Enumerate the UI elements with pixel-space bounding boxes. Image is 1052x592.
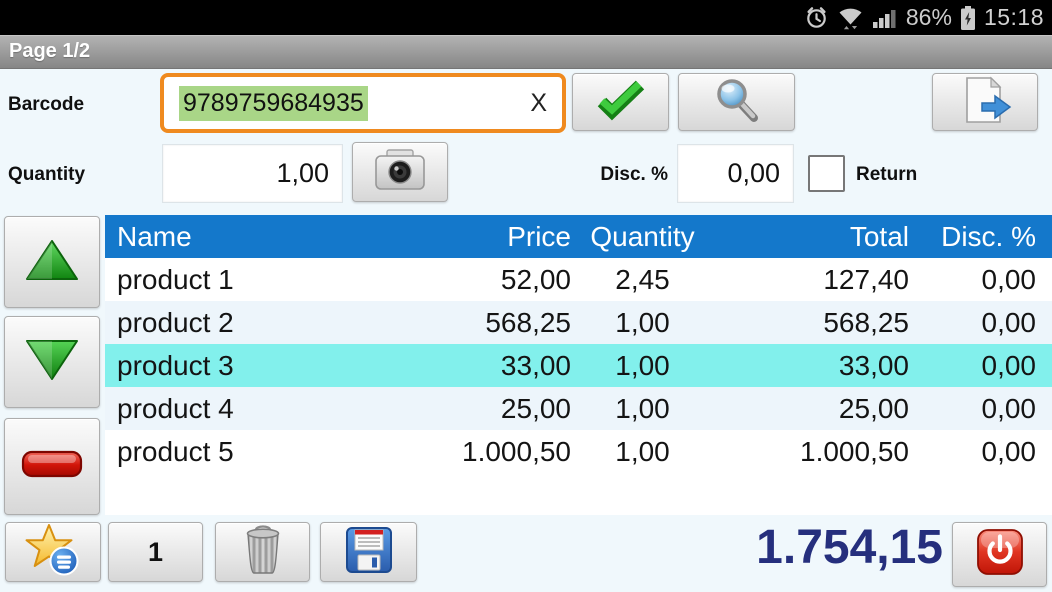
move-down-button[interactable] bbox=[4, 316, 100, 408]
column-header-discount: Disc. % bbox=[915, 221, 1052, 253]
page-count-label: 1 bbox=[148, 537, 163, 568]
cell-quantity: 1,00 bbox=[575, 307, 710, 339]
cell-discount: 0,00 bbox=[915, 307, 1052, 339]
signal-icon bbox=[872, 6, 898, 30]
page-title: Page 1/2 bbox=[9, 40, 90, 63]
clock: 15:18 bbox=[984, 4, 1044, 31]
column-header-total: Total bbox=[710, 221, 915, 253]
save-button[interactable] bbox=[320, 522, 417, 582]
return-checkbox[interactable] bbox=[808, 155, 845, 192]
column-header-quantity: Quantity bbox=[575, 221, 710, 253]
move-up-button[interactable] bbox=[4, 216, 100, 308]
power-icon bbox=[976, 528, 1024, 581]
cell-total: 568,25 bbox=[710, 307, 915, 339]
cell-price: 25,00 bbox=[385, 393, 575, 425]
products-table: Name Price Quantity Total Disc. % produc… bbox=[105, 215, 1052, 515]
camera-icon bbox=[373, 148, 427, 197]
cell-discount: 0,00 bbox=[915, 264, 1052, 296]
barcode-input[interactable]: 9789759684935 X bbox=[160, 73, 566, 133]
return-label: Return bbox=[856, 164, 917, 186]
remove-icon bbox=[21, 450, 83, 483]
camera-button[interactable] bbox=[352, 142, 448, 202]
quantity-label: Quantity bbox=[8, 164, 85, 186]
total-amount: 1.754,15 bbox=[756, 520, 943, 575]
discount-input[interactable] bbox=[677, 144, 794, 203]
cell-discount: 0,00 bbox=[915, 393, 1052, 425]
cell-quantity: 1,00 bbox=[575, 393, 710, 425]
favorites-button[interactable] bbox=[5, 522, 101, 582]
alarm-icon bbox=[804, 5, 829, 30]
page-bar: Page 1/2 bbox=[0, 35, 1052, 69]
quantity-input[interactable] bbox=[162, 144, 343, 203]
up-arrow-icon bbox=[23, 236, 81, 289]
cell-name: product 4 bbox=[105, 393, 385, 425]
favorites-star-icon bbox=[24, 523, 82, 582]
search-button[interactable] bbox=[678, 73, 795, 131]
cell-total: 33,00 bbox=[710, 350, 915, 382]
delete-row-button[interactable] bbox=[4, 418, 100, 515]
cell-total: 127,40 bbox=[710, 264, 915, 296]
magnifier-icon bbox=[711, 77, 763, 128]
column-header-name: Name bbox=[105, 221, 385, 253]
barcode-clear-button[interactable]: X bbox=[530, 89, 547, 118]
cell-price: 33,00 bbox=[385, 350, 575, 382]
check-icon bbox=[594, 79, 648, 126]
page-count-button[interactable]: 1 bbox=[108, 522, 203, 582]
clear-all-button[interactable] bbox=[215, 522, 310, 582]
exit-button[interactable] bbox=[952, 522, 1047, 587]
discount-label: Disc. % bbox=[540, 164, 668, 186]
status-bar: 86% 15:18 bbox=[0, 0, 1052, 35]
table-row[interactable]: product 2 568,25 1,00 568,25 0,00 bbox=[105, 301, 1052, 344]
battery-charging-icon bbox=[960, 5, 976, 31]
cell-quantity: 1,00 bbox=[575, 350, 710, 382]
barcode-label: Barcode bbox=[8, 94, 84, 116]
cell-price: 52,00 bbox=[385, 264, 575, 296]
cell-price: 568,25 bbox=[385, 307, 575, 339]
cell-quantity: 1,00 bbox=[575, 436, 710, 468]
confirm-button[interactable] bbox=[572, 73, 669, 131]
save-floppy-icon bbox=[345, 526, 393, 579]
table-header: Name Price Quantity Total Disc. % bbox=[105, 215, 1052, 258]
cell-quantity: 2,45 bbox=[575, 264, 710, 296]
table-row[interactable]: product 5 1.000,50 1,00 1.000,50 0,00 bbox=[105, 430, 1052, 473]
cell-name: product 3 bbox=[105, 350, 385, 382]
cell-discount: 0,00 bbox=[915, 436, 1052, 468]
table-row[interactable]: product 4 25,00 1,00 25,00 0,00 bbox=[105, 387, 1052, 430]
cell-total: 25,00 bbox=[710, 393, 915, 425]
column-header-price: Price bbox=[385, 221, 575, 253]
table-row-selected[interactable]: product 3 33,00 1,00 33,00 0,00 bbox=[105, 344, 1052, 387]
barcode-value: 9789759684935 bbox=[179, 86, 368, 121]
cell-name: product 1 bbox=[105, 264, 385, 296]
export-button[interactable] bbox=[932, 73, 1038, 131]
export-document-icon bbox=[958, 76, 1012, 129]
battery-percent: 86% bbox=[906, 4, 952, 31]
down-arrow-icon bbox=[23, 336, 81, 389]
cell-price: 1.000,50 bbox=[385, 436, 575, 468]
cell-total: 1.000,50 bbox=[710, 436, 915, 468]
table-row[interactable]: product 1 52,00 2,45 127,40 0,00 bbox=[105, 258, 1052, 301]
cell-name: product 2 bbox=[105, 307, 385, 339]
trash-icon bbox=[242, 524, 284, 581]
cell-name: product 5 bbox=[105, 436, 385, 468]
cell-discount: 0,00 bbox=[915, 350, 1052, 382]
wifi-icon bbox=[837, 5, 864, 30]
pos-app-screen: 86% 15:18 Page 1/2 Barcode 9789759684935… bbox=[0, 0, 1052, 592]
